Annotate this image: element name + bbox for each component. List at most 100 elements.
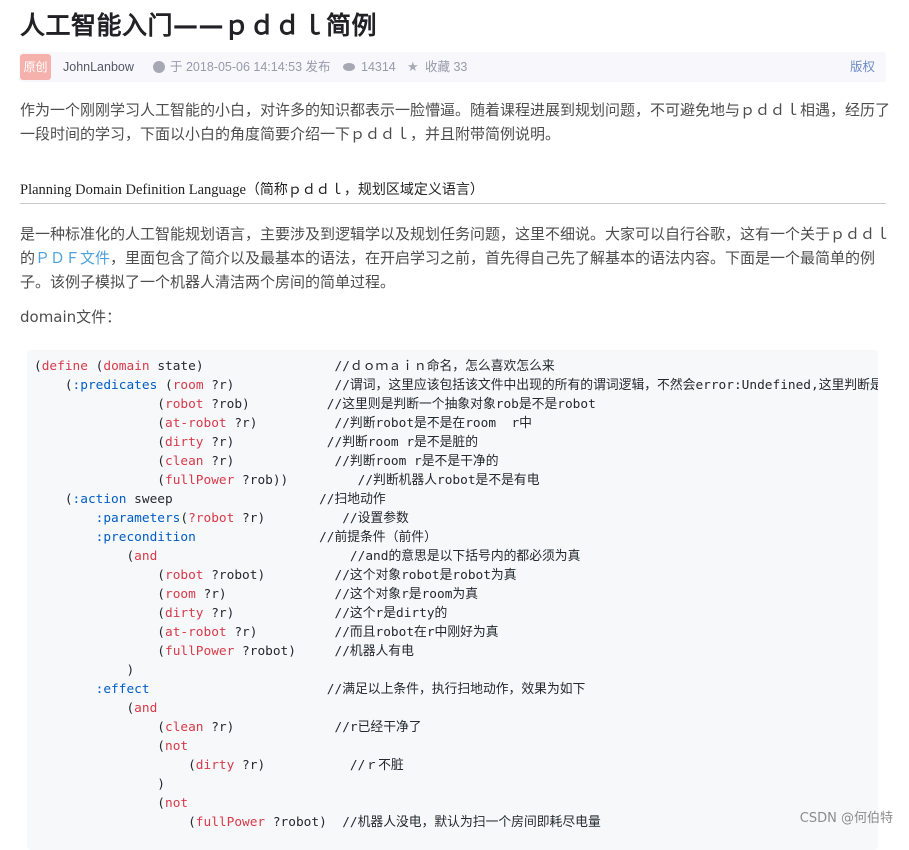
code-token: robot — [164, 568, 204, 583]
code-token: ?robot — [188, 511, 235, 526]
favorite-button[interactable]: 收藏 33 — [425, 52, 467, 82]
code-token: ( — [34, 739, 165, 754]
code-token: ?r) — [203, 606, 335, 621]
code-token: ( — [34, 758, 196, 773]
code-token: //判断room r是不是干净的 — [334, 454, 499, 469]
code-token: fullPower — [164, 473, 235, 488]
code-line: (dirty ?r) //判断room r是不是脏的 — [34, 435, 478, 450]
code-token: //机器人有电 — [334, 644, 414, 659]
code-token: ( — [34, 359, 42, 374]
code-token: //这个对象robot是robot为真 — [334, 568, 517, 583]
code-token: dirty — [195, 758, 235, 773]
section-heading: Planning Domain Definition Language（简称ｐｄ… — [20, 179, 886, 204]
code-token: ?r) — [203, 720, 335, 735]
section-heading-en: Planning Domain Definition Language — [20, 182, 246, 198]
code-token: ?robot) — [265, 815, 343, 830]
code-token: and — [134, 701, 158, 716]
code-line: (robot ?robot) //这个对象robot是robot为真 — [34, 568, 517, 583]
code-token: at-robot — [164, 625, 227, 640]
code-token: dirty — [164, 606, 204, 621]
code-token: state) — [149, 359, 335, 374]
code-token: :effect — [95, 682, 150, 697]
code-line: :parameters(?robot ?r) //设置参数 — [34, 511, 409, 526]
code-token: ?r) — [234, 511, 343, 526]
code-token: :action — [72, 492, 127, 507]
code-token: room — [164, 587, 196, 602]
code-token: dirty — [164, 435, 204, 450]
code-token: //判断room r是不是脏的 — [326, 435, 479, 450]
code-content: (define (domain state) //ｄｏｍａｉｎ命名，怎么喜欢怎么… — [34, 357, 878, 832]
code-token: //判断robot是不是在room r中 — [334, 416, 532, 431]
code-token: ) — [34, 777, 165, 792]
code-token: clean — [164, 454, 204, 469]
article-meta-bar: 原创 JohnLanbow 于 2018-05-06 14:14:53 发布 1… — [19, 52, 886, 82]
code-token: ( — [34, 568, 165, 583]
pdf-link[interactable]: ＰＤＦ文件 — [35, 249, 110, 267]
code-line: (:action sweep //扫地动作 — [34, 492, 386, 507]
code-token: fullPower — [195, 815, 266, 830]
author-link[interactable]: JohnLanbow — [63, 52, 134, 82]
code-token: at-robot — [164, 416, 227, 431]
domain-file-label: domain文件： — [20, 308, 122, 326]
watermark: CSDN @何伯特 — [799, 811, 893, 826]
code-line: (room ?r) //这个对象r是room为真 — [34, 587, 478, 602]
view-count: 14314 — [361, 60, 396, 74]
code-token: not — [164, 796, 189, 811]
code-token: ( — [34, 625, 165, 640]
code-token: //扫地动作 — [319, 492, 386, 507]
code-token: ?r) — [203, 435, 327, 450]
code-token: ) — [34, 663, 135, 678]
code-token: not — [164, 739, 189, 754]
code-token: //前提条件（前件） — [319, 530, 437, 545]
code-token: ( — [34, 492, 73, 507]
code-token: define — [41, 359, 88, 374]
code-line: :effect //满足以上条件，执行扫地动作，效果为如下 — [34, 682, 586, 697]
code-token: //而且robot在r中刚好为真 — [334, 625, 499, 640]
code-line: (define (domain state) //ｄｏｍａｉｎ命名，怎么喜欢怎么… — [34, 359, 555, 374]
copyright-link[interactable]: 版权 — [850, 52, 875, 82]
code-token: ?robot) — [203, 568, 335, 583]
code-line: (clean ?r) //r已经干净了 — [34, 720, 421, 735]
code-token: domain — [103, 359, 150, 374]
code-line: (dirty ?r) //ｒ不脏 — [34, 758, 404, 773]
code-token: ( — [34, 454, 165, 469]
code-token: clean — [164, 720, 204, 735]
code-line: (fullPower ?robot) //机器人没电，默认为扫一个房间即耗尽电量 — [34, 815, 601, 830]
article-title: 人工智能入门——ｐｄｄｌ简例 — [20, 11, 378, 40]
code-line: (at-robot ?r) //判断robot是不是在room r中 — [34, 416, 532, 431]
code-token: ?r) — [226, 625, 335, 640]
code-line: (and //and的意思是以下括号内的都必须为真 — [34, 549, 580, 564]
clock-icon — [153, 61, 165, 73]
code-token: ( — [34, 796, 165, 811]
publish-time: 于 2018-05-06 14:14:53 发布 — [170, 60, 331, 74]
code-token: ( — [34, 644, 165, 659]
code-token: fullPower — [164, 644, 235, 659]
code-token: //机器人没电，默认为扫一个房间即耗尽电量 — [342, 815, 601, 830]
code-block[interactable]: (define (domain state) //ｄｏｍａｉｎ命名，怎么喜欢怎么… — [27, 350, 878, 850]
eye-icon — [343, 63, 355, 71]
code-line: ) — [34, 777, 165, 792]
code-token: room — [172, 378, 204, 393]
original-badge: 原创 — [20, 54, 51, 80]
intro-paragraph: 作为一个刚刚学习人工智能的小白，对许多的知识都表示一脸懵逼。随着课程进展到规划问… — [20, 101, 891, 143]
code-token: ( — [34, 549, 135, 564]
code-line: (at-robot ?r) //而且robot在r中刚好为真 — [34, 625, 499, 640]
code-token: ( — [180, 511, 189, 526]
code-token: ( — [34, 701, 135, 716]
code-token: ( — [34, 397, 165, 412]
code-token: ?r) — [226, 416, 335, 431]
code-line: (clean ?r) //判断room r是不是干净的 — [34, 454, 499, 469]
body-text-2: ，里面包含了简介以及最基本的语法，在开启学习之前，首先得自己先了解基本的语法内容… — [20, 249, 876, 291]
code-token: //ｄｏｍａｉｎ命名，怎么喜欢怎么来 — [334, 359, 555, 374]
code-token: //and的意思是以下括号内的都必须为真 — [349, 549, 581, 564]
code-line: :precondition //前提条件（前件） — [34, 530, 437, 545]
code-token: :predicates — [72, 378, 158, 393]
code-line: (fullPower ?robot) //机器人有电 — [34, 644, 414, 659]
code-line: (:predicates (room ?r) //谓词，这里应该包括该文件中出现… — [34, 378, 878, 393]
star-icon[interactable]: ★ — [407, 52, 419, 82]
code-token: :precondition — [95, 530, 196, 545]
code-line: ) — [34, 663, 134, 678]
